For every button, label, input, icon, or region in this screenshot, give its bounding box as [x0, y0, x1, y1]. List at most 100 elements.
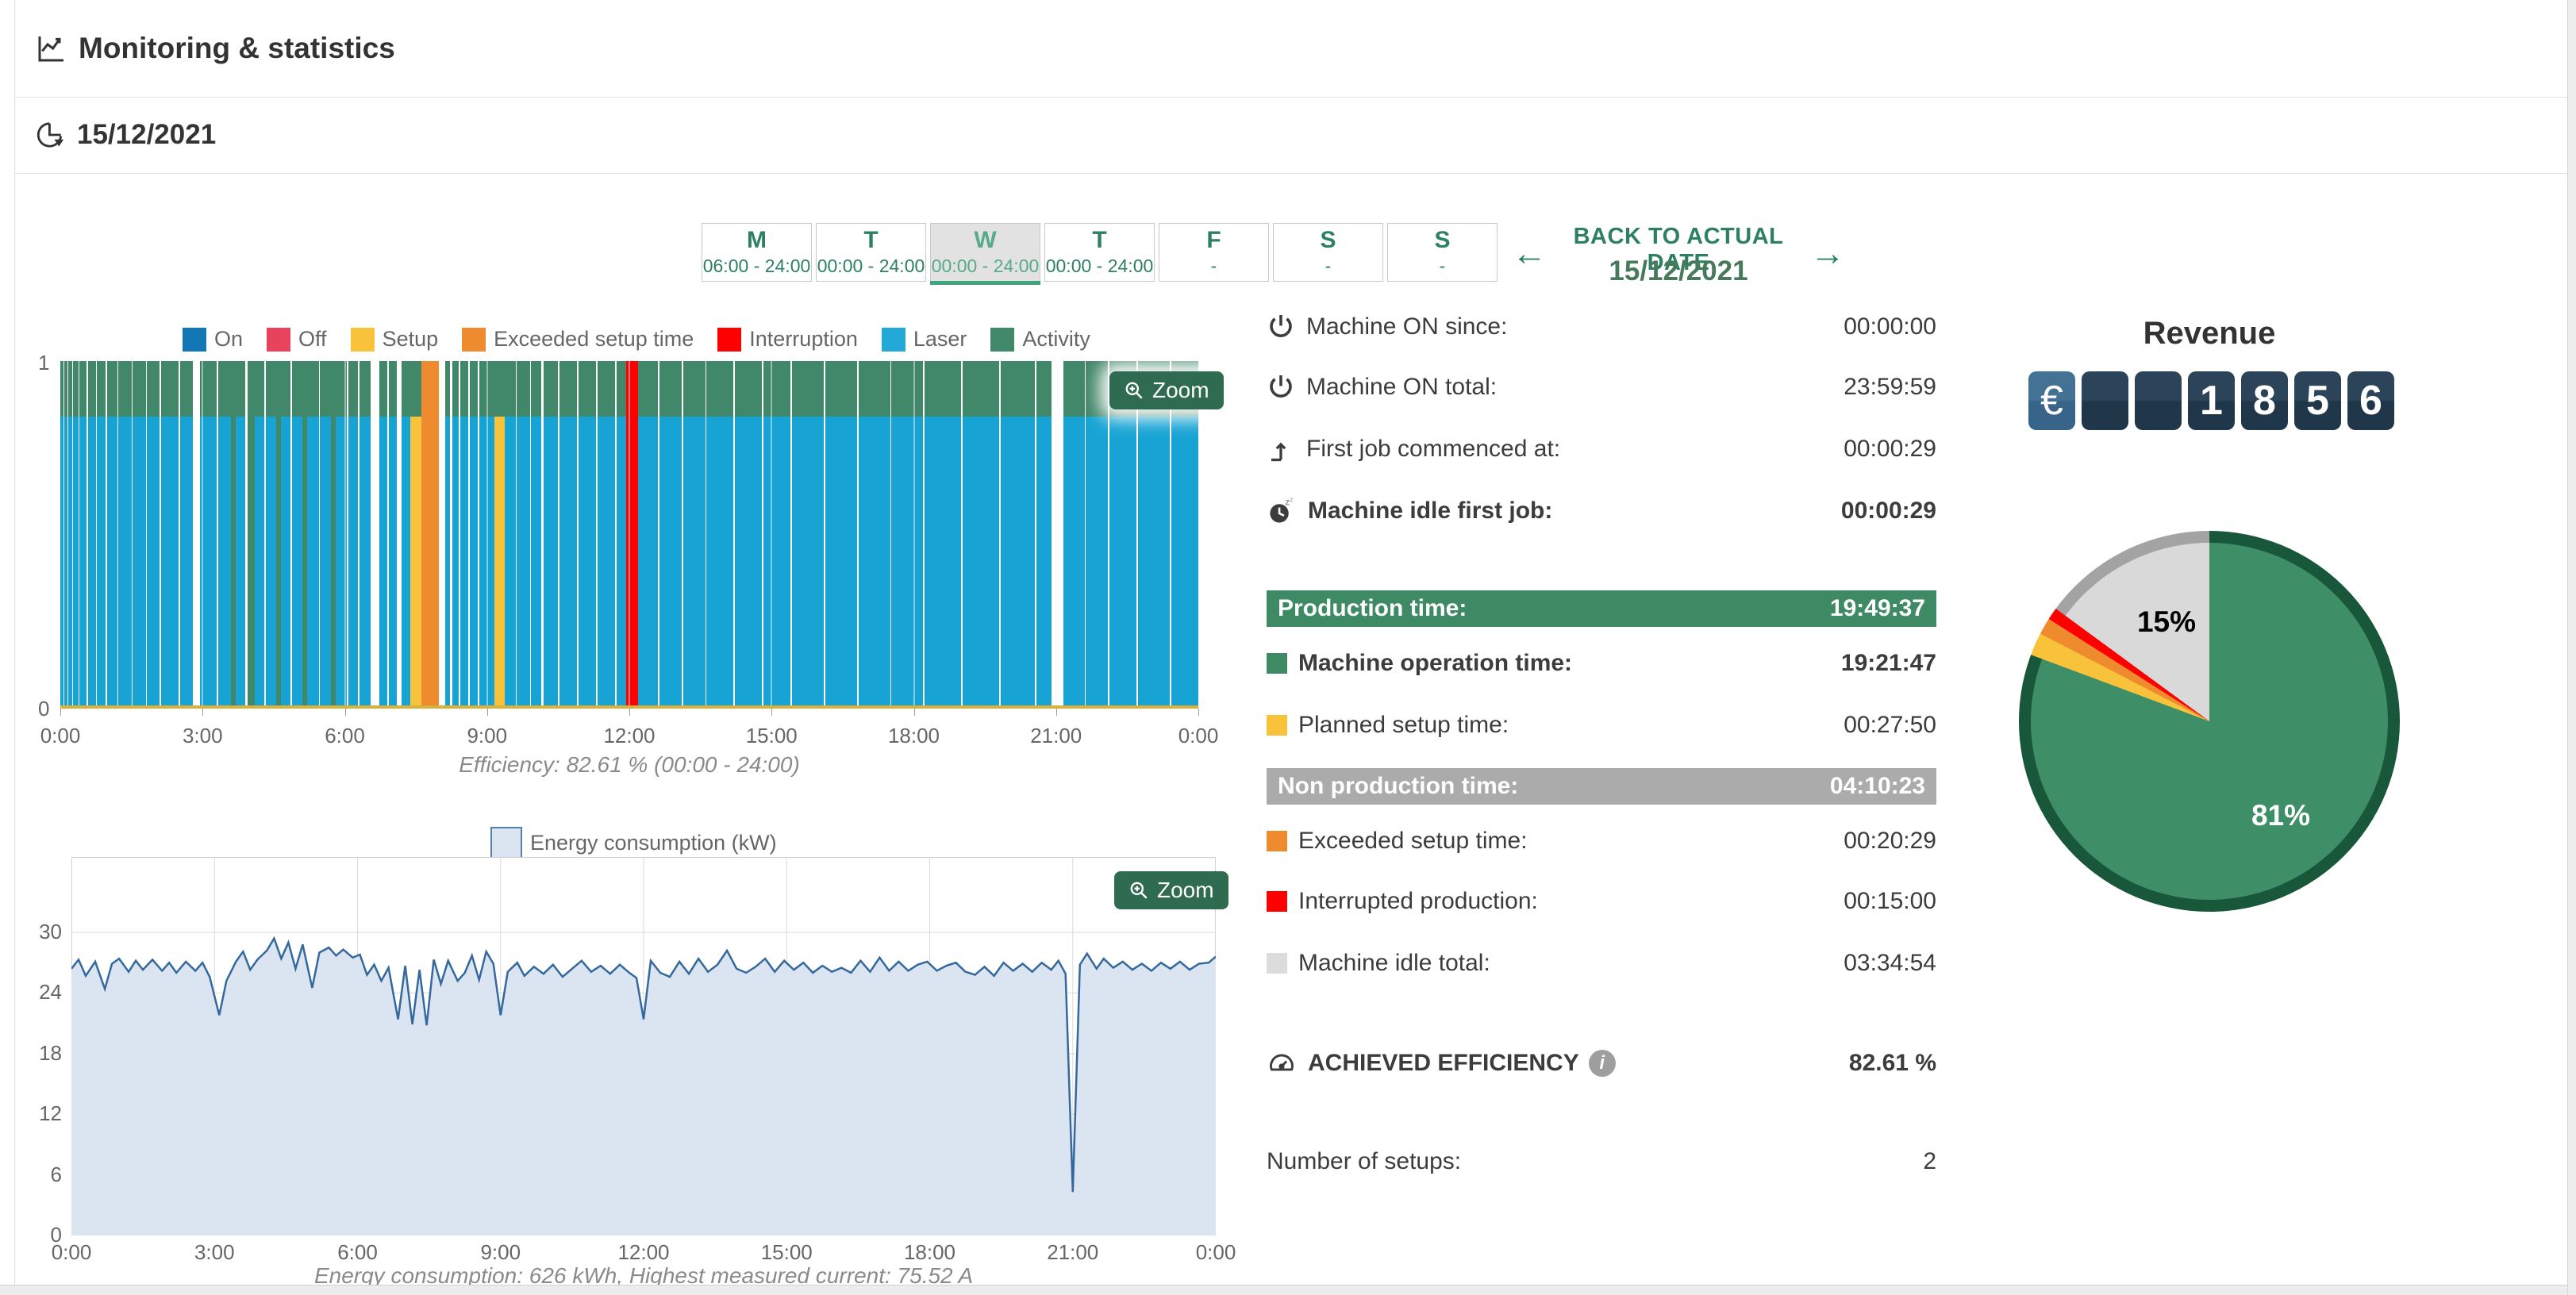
stat-label: Interrupted production:	[1298, 888, 1538, 915]
week-day-cell-4[interactable]: F-	[1159, 223, 1269, 282]
datebar-divider	[15, 173, 2568, 174]
stat-row-0: Machine ON since: 00:00:00	[1267, 303, 1936, 351]
date-bar: 15/12/2021	[15, 97, 2568, 173]
stat-value: 00:20:29	[1844, 828, 1936, 855]
legend-label: Setup	[383, 327, 439, 352]
monitoring-chart-icon	[36, 33, 67, 64]
status-chart-zoom-button[interactable]: Zoom	[1109, 371, 1224, 409]
vertical-scrollbar[interactable]	[2567, 0, 2576, 1295]
legend-item: Exceeded setup time	[462, 327, 694, 352]
stat-label: Machine idle first job:	[1308, 498, 1552, 525]
legend-label: Interruption	[749, 327, 858, 352]
legend-item: Off	[267, 327, 327, 352]
energy-x-tick-label: 3:00	[183, 1240, 246, 1265]
energy-y-tick-label: 12	[14, 1101, 62, 1126]
status-x-tick-label: 0:00	[29, 724, 92, 748]
energy-y-tick-label: 6	[14, 1162, 62, 1187]
stat-label: Machine idle total:	[1298, 950, 1490, 977]
planned-setup-row: Planned setup time: 00:27:50	[1267, 701, 1936, 749]
machine-status-timeline-chart[interactable]	[60, 361, 1198, 709]
prev-day-arrow-icon[interactable]: ←	[1512, 236, 1547, 271]
status-x-tick-label: 18:00	[882, 724, 946, 748]
day-letter: W	[974, 228, 996, 253]
stat-label: Planned setup time:	[1298, 712, 1509, 739]
day-letter: F	[1206, 228, 1221, 253]
energy-y-tick-label: 18	[14, 1041, 62, 1066]
stat-value: 00:27:50	[1844, 712, 1936, 739]
week-day-cell-6[interactable]: S-	[1387, 223, 1498, 282]
revenue-counter: €1856	[2028, 371, 2394, 430]
selected-date: 15/12/2021	[1551, 256, 1805, 287]
energy-x-tick-label: 18:00	[898, 1240, 962, 1265]
revenue-digit-tile-3: 1	[2188, 371, 2235, 430]
status-y-min-label: 0	[38, 697, 49, 721]
number-of-setups-row: Number of setups: 2	[1267, 1138, 1936, 1185]
status-x-tick-label: 0:00	[1167, 724, 1230, 748]
legend-item: On	[183, 327, 243, 352]
magnifier-plus-icon	[1128, 880, 1149, 901]
energy-x-tick-label: 15:00	[755, 1240, 818, 1265]
legend-swatch	[717, 328, 741, 352]
setups-value: 2	[1923, 1148, 1936, 1175]
production-time-header: Production time:19:49:37	[1267, 590, 1936, 627]
day-hours: 06:00 - 24:00	[703, 256, 811, 277]
revenue-digit-tile-5: 5	[2294, 371, 2341, 430]
power-icon	[1267, 373, 1295, 402]
horizontal-scrollbar[interactable]	[0, 1285, 2576, 1295]
legend-swatch	[351, 328, 375, 352]
stat-value: 00:00:29	[1844, 436, 1936, 463]
energy-y-tick-label: 24	[14, 980, 62, 1005]
status-x-tick-label: 12:00	[598, 724, 661, 748]
day-hours: -	[1325, 256, 1332, 277]
week-day-cell-3[interactable]: T 00:00 - 24:00	[1044, 223, 1155, 282]
status-x-tick-label: 15:00	[740, 724, 803, 748]
day-letter: T	[863, 228, 878, 253]
status-x-tick-label: 6:00	[313, 724, 377, 748]
magnifier-plus-icon	[1124, 380, 1144, 401]
energy-x-tick-label: 6:00	[326, 1240, 390, 1265]
stat-label: Machine ON since:	[1306, 313, 1507, 340]
efficiency-value: 82.61 %	[1849, 1050, 1936, 1077]
power-icon	[1267, 313, 1295, 341]
efficiency-caption: Efficiency: 82.61 % (00:00 - 24:00)	[60, 752, 1198, 778]
week-day-cell-5[interactable]: S-	[1273, 223, 1383, 282]
first-job-icon	[1267, 435, 1295, 463]
day-hours: 00:00 - 24:00	[1046, 256, 1154, 277]
status-y-max-label: 1	[38, 351, 49, 375]
revenue-digit-tile-6: 6	[2347, 371, 2394, 430]
week-day-cell-1[interactable]: T00:00 - 24:00	[816, 223, 926, 282]
legend-swatch	[882, 328, 905, 352]
app-header: Monitoring & statistics	[15, 0, 2568, 97]
stat-row-3: zz Machine idle first job: 00:00:29	[1267, 487, 1936, 535]
revenue-digit-tile-1	[2082, 371, 2128, 430]
stat-label: Exceeded setup time:	[1298, 828, 1528, 855]
color-swatch	[1267, 831, 1287, 851]
machine-operation-row: Machine operation time: 19:21:47	[1267, 640, 1936, 687]
energy-chart-zoom-button[interactable]: Zoom	[1114, 871, 1228, 909]
energy-x-tick-label: 0:00	[40, 1240, 103, 1265]
energy-consumption-chart[interactable]	[71, 857, 1216, 1235]
date-navigation: ← BACK TO ACTUAL DATE 15/12/2021 →	[1512, 219, 1845, 290]
legend-item: Activity	[990, 327, 1090, 352]
stat-value: 00:00:00	[1844, 313, 1936, 340]
efficiency-label: ACHIEVED EFFICIENCY	[1308, 1050, 1579, 1077]
energy-x-tick-label: 9:00	[469, 1240, 533, 1265]
week-day-cell-2[interactable]: W 00:00 - 24:00	[930, 223, 1040, 282]
day-letter: M	[747, 228, 767, 253]
next-day-arrow-icon[interactable]: →	[1810, 236, 1845, 271]
legend-label: Exceeded setup time	[494, 327, 694, 352]
stat-value: 19:21:47	[1841, 650, 1936, 677]
day-letter: T	[1092, 228, 1106, 253]
energy-chart-legend: Energy consumption (kW)	[490, 827, 777, 859]
stat-row-1: Machine ON total: 23:59:59	[1267, 363, 1936, 411]
stat-value: 23:59:59	[1844, 374, 1936, 401]
week-day-cell-0[interactable]: M 06:00 - 24:00	[702, 223, 812, 282]
machine-idle-total-row: Machine idle total: 03:34:54	[1267, 940, 1936, 987]
legend-swatch	[267, 328, 290, 352]
day-hours: 00:00 - 24:00	[932, 256, 1040, 277]
achieved-efficiency-row: ACHIEVED EFFICIENCY i 82.61 %	[1267, 1039, 1936, 1087]
page-left-border	[14, 0, 15, 1295]
current-date: 15/12/2021	[77, 119, 216, 151]
info-icon[interactable]: i	[1589, 1050, 1616, 1077]
energy-x-tick-label: 21:00	[1041, 1240, 1105, 1265]
